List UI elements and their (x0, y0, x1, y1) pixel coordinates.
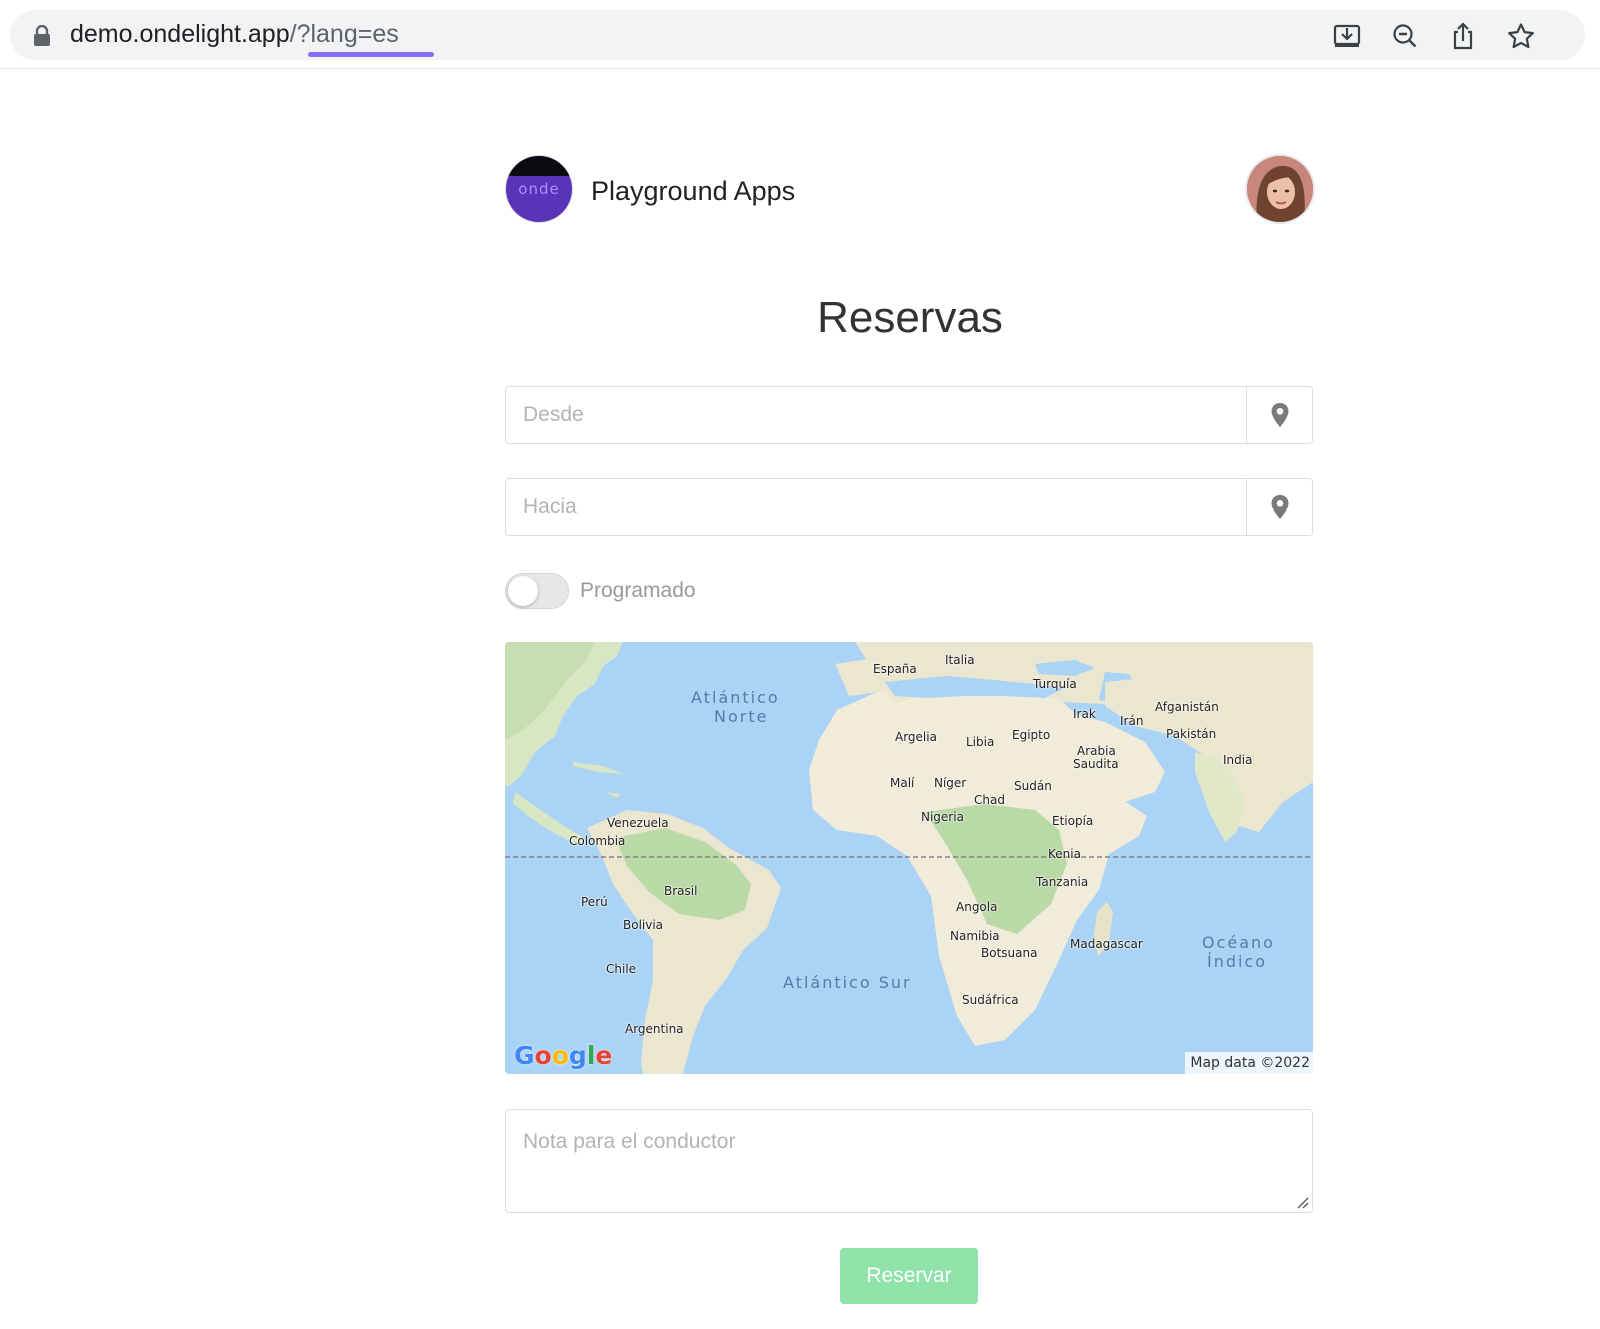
map-label-country: Botsuana (981, 946, 1038, 960)
zoom-out-icon[interactable] (1390, 22, 1420, 50)
ocean-label-indian: Océano (1202, 933, 1275, 952)
to-field (505, 478, 1313, 536)
from-field (505, 386, 1313, 444)
ocean-label-south-atlantic: Atlántico Sur (783, 973, 912, 992)
from-location-button[interactable] (1246, 387, 1312, 443)
map-pin-icon (1271, 403, 1288, 427)
map-label-country: Venezuela (607, 816, 669, 830)
map-label-country: Saudita (1073, 757, 1119, 771)
bookmark-star-icon[interactable] (1506, 22, 1536, 50)
map-label-country: Etiopía (1052, 814, 1094, 828)
app-name: Playground Apps (591, 176, 796, 206)
url-query: /?lang=es (289, 20, 399, 48)
map-attribution: Map data ©2022 (1185, 1052, 1313, 1074)
map-label-country: Afganistán (1155, 700, 1219, 714)
url-host: demo.ondelight.app (70, 20, 290, 48)
map-label-country: Turquía (1033, 677, 1077, 691)
map-label-country: Tanzania (1036, 875, 1089, 889)
map-label-country: Arabia (1077, 744, 1116, 758)
reserve-button[interactable]: Reservar (840, 1248, 978, 1304)
map-label-country: España (873, 662, 917, 676)
map-label-country: Chad (974, 793, 1005, 807)
app-logo[interactable]: onde (506, 156, 572, 222)
to-location-button[interactable] (1246, 479, 1312, 535)
map-label-country: Egipto (1012, 728, 1051, 742)
map-label-country: Pakistán (1166, 727, 1217, 741)
map-label-country: Italia (945, 653, 975, 667)
map-label-country: Argentina (625, 1022, 684, 1036)
browser-toolbar: demo.ondelight.app/?lang=es (0, 0, 1600, 69)
scheduled-label: Programado (580, 579, 696, 602)
map-label-country: Nigeria (921, 810, 964, 824)
map-view[interactable]: Atlántico Norte Atlántico Sur Océano Índ… (505, 642, 1313, 1074)
page-title: Reservas (817, 293, 1003, 342)
map-label-country: India (1223, 753, 1253, 767)
map-label-country: Irán (1120, 714, 1144, 728)
share-icon[interactable] (1448, 22, 1478, 50)
from-input[interactable] (506, 387, 1248, 443)
logo-dark-band (506, 156, 572, 176)
map-label-country: Malí (890, 776, 915, 790)
ocean-label-north-atlantic: Atlántico (691, 688, 780, 707)
install-app-icon[interactable] (1332, 22, 1362, 50)
map-label-country: Níger (934, 776, 967, 790)
map-label-country: Perú (581, 895, 608, 909)
toggle-knob (508, 576, 538, 606)
lock-icon[interactable] (32, 25, 52, 47)
map-label-country: Sudán (1014, 779, 1052, 793)
map-label-country: Libia (966, 735, 995, 749)
user-avatar[interactable] (1247, 156, 1313, 222)
driver-note-input[interactable] (506, 1110, 1312, 1212)
google-logo: Google (514, 1042, 612, 1070)
logo-wordmark: onde (518, 180, 560, 198)
map-label-country: Irak (1073, 707, 1096, 721)
ocean-label-north-atlantic: Norte (714, 707, 769, 726)
to-input[interactable] (506, 479, 1248, 535)
map-label-country: Sudáfrica (962, 993, 1019, 1007)
address-bar[interactable]: demo.ondelight.app/?lang=es (10, 10, 1585, 60)
map-label-country: Brasil (664, 884, 698, 898)
resize-handle-icon[interactable] (1295, 1195, 1309, 1209)
ocean-label-indian: Índico (1207, 952, 1268, 971)
map-label-country: Angola (956, 900, 998, 914)
map-label-country: Bolivia (623, 918, 664, 932)
map-pin-icon (1271, 495, 1288, 519)
map-label-country: Kenia (1048, 847, 1081, 861)
google-logo-text: Google (514, 1041, 613, 1070)
map-label-country: Colombia (569, 834, 626, 848)
map-label-country: Chile (606, 962, 637, 976)
map-label-country: Namibia (950, 929, 1000, 943)
driver-note-field (505, 1109, 1313, 1213)
url-text[interactable]: demo.ondelight.app/?lang=es (70, 19, 399, 49)
map-label-country: Argelia (895, 730, 937, 744)
url-highlight-underline (308, 52, 434, 57)
map-label-country: Madagascar (1070, 937, 1143, 951)
scheduled-toggle[interactable] (505, 573, 569, 609)
